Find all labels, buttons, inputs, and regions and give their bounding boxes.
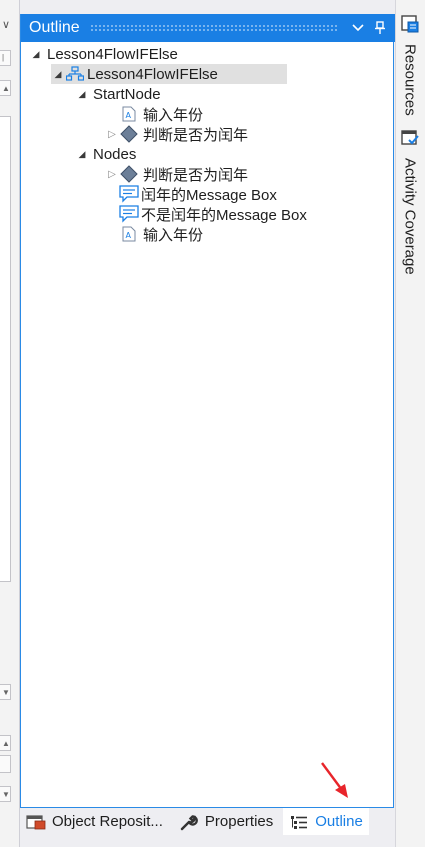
tree-item-label: StartNode — [93, 85, 161, 103]
tree-item-label: Lesson4FlowIFElse — [47, 45, 178, 63]
panel-title-bar[interactable]: Outline — [21, 14, 395, 42]
tree-item-message-box[interactable]: 闰年的Message Box — [105, 184, 277, 204]
tree-item-label: Lesson4FlowIFElse — [87, 65, 218, 83]
annotation-arrow-icon — [321, 762, 348, 798]
tree-item-input-year[interactable]: A 输入年份 — [105, 104, 203, 124]
expanded-caret-icon[interactable]: ◢ — [29, 49, 43, 60]
input-dialog-icon: A — [119, 105, 139, 123]
scroll-up-button[interactable]: ▲ — [0, 735, 11, 751]
outline-icon — [289, 813, 309, 831]
tree-item-message-box[interactable]: 不是闰年的Message Box — [105, 204, 307, 224]
scroll-down-button[interactable]: ▼ — [0, 684, 11, 700]
chevron-down-icon[interactable] — [347, 17, 369, 39]
outline-panel: Outline ◢ Lesson4FlowIFElse ◢ Lesson4Flo… — [20, 14, 395, 808]
flow-decision-icon — [119, 165, 139, 183]
tab-properties[interactable]: Properties — [173, 808, 279, 835]
tree-item-input-year[interactable]: A 输入年份 — [105, 224, 203, 244]
flow-decision-icon — [119, 125, 139, 143]
tab-label: Properties — [204, 813, 274, 830]
tree-item-nodes[interactable]: ◢ Nodes — [75, 144, 137, 164]
tree-item-decision[interactable]: ▷ 判断是否为闰年 — [105, 124, 248, 144]
tree-item-decision[interactable]: ▷ 判断是否为闰年 — [105, 164, 248, 184]
resources-icon — [400, 14, 420, 38]
collapsed-caret-icon[interactable]: ▷ — [105, 169, 119, 180]
tree-item-label: 不是闰年的Message Box — [141, 206, 307, 224]
activity-coverage-icon — [400, 128, 420, 152]
flowchart-icon — [65, 65, 85, 83]
expanded-caret-icon[interactable]: ◢ — [75, 149, 89, 160]
tree-item-label: 输入年份 — [143, 106, 204, 124]
collapsed-caret-icon[interactable]: ▷ — [105, 129, 119, 140]
scroll-up-button[interactable]: ▲ — [0, 80, 11, 96]
tab-outline[interactable]: Outline — [283, 808, 369, 835]
object-repository-icon — [26, 813, 46, 831]
tree-item-label: Nodes — [93, 145, 137, 163]
left-adjacent-panel: ∨ | ▲ ▼ ▲ ▼ — [0, 0, 20, 847]
message-box-icon — [119, 185, 139, 203]
svg-text:A: A — [126, 111, 132, 120]
scroll-down-button[interactable]: ▼ — [0, 786, 11, 802]
tree-item-root[interactable]: ◢ Lesson4FlowIFElse — [29, 44, 178, 64]
side-tab-activity-coverage[interactable]: Activity Coverage — [400, 128, 420, 275]
chevron-down-icon[interactable]: ∨ — [2, 18, 10, 31]
tab-object-repository[interactable]: Object Reposit... — [20, 808, 169, 835]
tree-item-label: 判断是否为闰年 — [143, 166, 249, 184]
tree-item-startnode[interactable]: ◢ StartNode — [75, 84, 161, 104]
scroll-thumb[interactable] — [0, 755, 11, 773]
message-box-icon — [119, 205, 139, 223]
input-dialog-icon: A — [119, 225, 139, 243]
tree-item-label: 输入年份 — [143, 226, 204, 244]
expanded-caret-icon[interactable]: ◢ — [75, 89, 89, 100]
bottom-tab-strip: Object Reposit... Properties Outline — [20, 808, 394, 835]
side-tab-label: Resources — [401, 44, 419, 116]
tree-item-label: 判断是否为闰年 — [143, 126, 249, 144]
panel-title: Outline — [29, 19, 80, 36]
scroll-region — [0, 116, 11, 582]
wrench-icon — [179, 813, 199, 831]
title-bar-grip[interactable] — [89, 24, 337, 32]
pin-icon[interactable] — [369, 17, 391, 39]
tab-label: Object Reposit... — [52, 813, 163, 830]
scroll-up-button[interactable]: | — [0, 50, 11, 66]
side-tab-label: Activity Coverage — [401, 158, 419, 275]
tree-item-flowchart[interactable]: ◢ Lesson4FlowIFElse — [51, 64, 287, 84]
side-tab-resources[interactable]: Resources — [400, 14, 420, 116]
svg-text:A: A — [126, 231, 132, 240]
tab-label: Outline — [315, 813, 363, 830]
expanded-caret-icon[interactable]: ◢ — [51, 69, 65, 80]
right-side-tab-strip: Resources Activity Coverage — [395, 0, 425, 847]
tree-item-label: 闰年的Message Box — [141, 186, 277, 204]
